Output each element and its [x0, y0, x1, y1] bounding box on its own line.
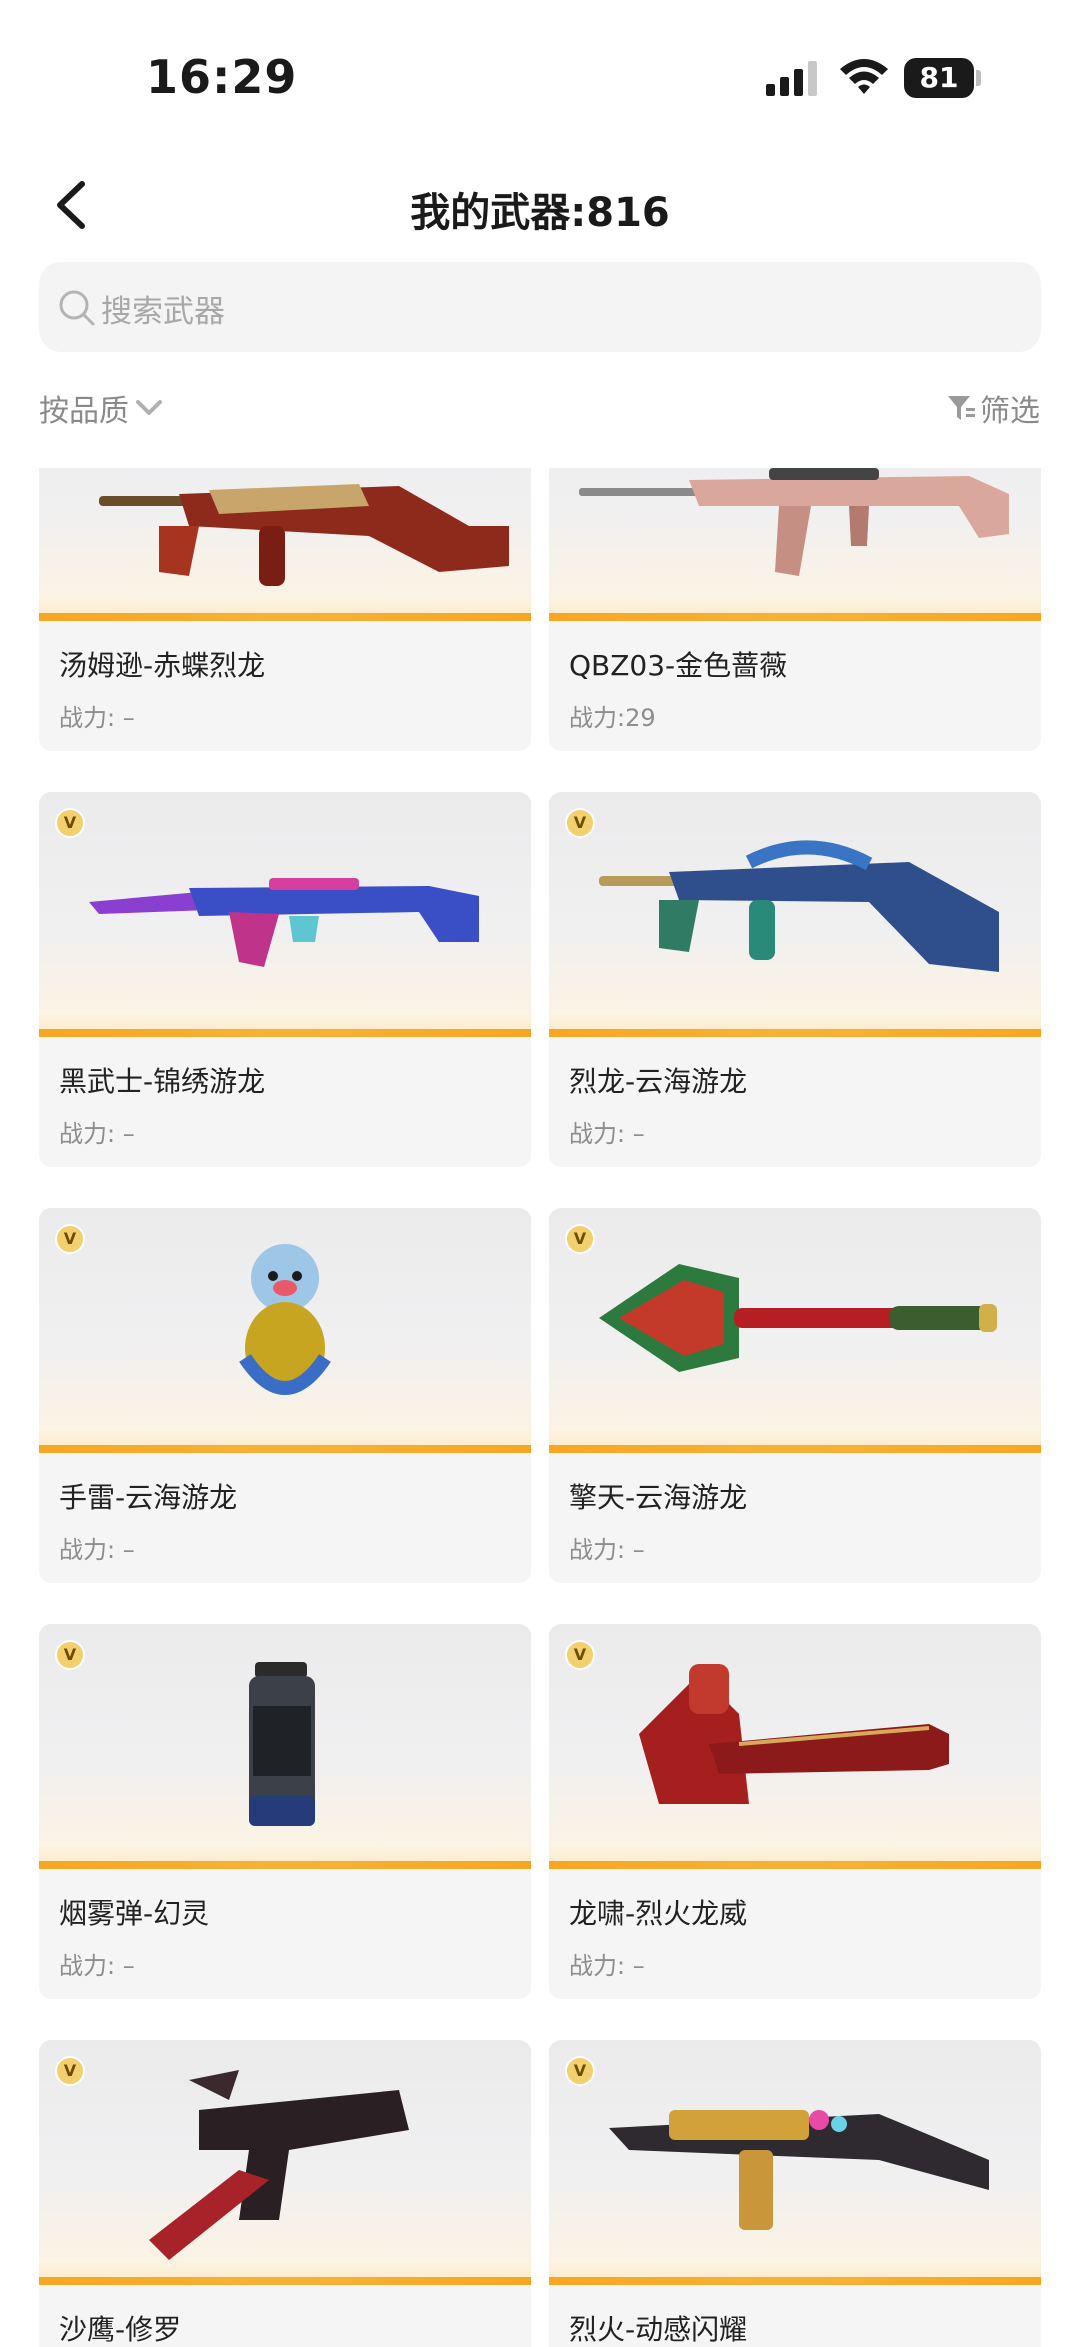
weapon-card[interactable]: 汤姆逊-赤蝶烈龙 战力: – — [39, 468, 531, 751]
weapon-name: 烟雾弹-幻灵 — [59, 1897, 210, 1930]
weapon-image: V — [549, 792, 1041, 1037]
nav-bar: 我的武器:816 — [0, 160, 1080, 250]
weapon-name: 手雷-云海游龙 — [59, 1481, 238, 1514]
dragon-smg-image — [599, 840, 999, 972]
weapon-card[interactable]: V 手雷-云海游龙 战力: – — [39, 1208, 531, 1583]
shovel-image — [599, 1264, 997, 1372]
chevron-down-icon — [136, 400, 162, 415]
weapon-card[interactable]: V 烟雾弹-幻灵 战力: – — [39, 1624, 531, 1999]
weapon-image: V — [39, 1208, 531, 1453]
sort-filter-bar: 按品质 筛选 — [0, 380, 1080, 440]
smoke-grenade-image — [249, 1662, 315, 1826]
weapon-name: 烈火-动感闪耀 — [569, 2313, 748, 2346]
weapon-image: V — [39, 1624, 531, 1869]
sort-by-quality-dropdown[interactable]: 按品质 — [39, 386, 163, 430]
weapon-image — [549, 468, 1041, 621]
weapon-name: 擎天-云海游龙 — [569, 1481, 748, 1514]
weapon-grid: 汤姆逊-赤蝶烈龙 战力: – QBZ03-金色蔷薇 战力:29 V 黑武士-锦绣… — [0, 468, 1080, 2347]
axe-image — [639, 1664, 949, 1804]
weapon-name: 沙鹰-修罗 — [59, 2313, 182, 2346]
weapon-name: 龙啸-烈火龙威 — [569, 1897, 748, 1930]
weapon-power: 战力: – — [569, 1952, 645, 1980]
weapon-name: 烈龙-云海游龙 — [569, 1065, 748, 1098]
weapon-image — [39, 468, 531, 621]
search-icon — [59, 290, 95, 326]
weapon-power: 战力: – — [59, 704, 135, 732]
grenade-image — [239, 1244, 331, 1395]
weapon-power: 战力: – — [59, 1536, 135, 1564]
filter-button[interactable]: 筛选 — [946, 386, 1040, 430]
weapon-card[interactable]: V 龙啸-烈火龙威 战力: – — [549, 1624, 1041, 1999]
weapon-image: V — [549, 1624, 1041, 1869]
weapon-power: 战力:29 — [569, 704, 656, 732]
weapon-card[interactable]: QBZ03-金色蔷薇 战力:29 — [549, 468, 1041, 751]
weapon-card[interactable]: V 烈龙-云海游龙 战力: – — [549, 792, 1041, 1167]
weapon-power: 战力: – — [59, 1952, 135, 1980]
battery-icon: 81 — [904, 58, 981, 98]
search-placeholder: 搜索武器 — [101, 294, 225, 330]
weapon-name: QBZ03-金色蔷薇 — [569, 649, 788, 682]
weapon-name: 黑武士-锦绣游龙 — [59, 1065, 266, 1098]
status-time: 16:29 — [146, 50, 298, 104]
battery-level: 81 — [904, 58, 974, 98]
weapon-card[interactable]: V 沙鹰-修罗 — [39, 2040, 531, 2347]
wifi-icon — [840, 59, 888, 94]
tommy-gun-image — [99, 484, 509, 586]
filter-icon — [948, 396, 975, 420]
weapon-card[interactable]: V 烈火-动感闪耀 — [549, 2040, 1041, 2347]
weapon-card[interactable]: V 黑武士-锦绣游龙 战力: – — [39, 792, 531, 1167]
weapon-power: 战力: – — [569, 1536, 645, 1564]
neon-smg-image — [609, 2110, 989, 2230]
filter-label: 筛选 — [980, 394, 1040, 429]
weapon-card[interactable]: V 擎天-云海游龙 战力: – — [549, 1208, 1041, 1583]
sort-label: 按品质 — [39, 394, 129, 429]
weapon-name: 汤姆逊-赤蝶烈龙 — [59, 649, 266, 682]
weapon-power: 战力: – — [569, 1120, 645, 1148]
weapon-image: V — [549, 1208, 1041, 1453]
weapon-power: 战力: – — [59, 1120, 135, 1148]
ak-rifle-image — [89, 878, 479, 967]
rifle-image — [579, 468, 1009, 576]
status-bar: 16:29 81 — [0, 0, 1080, 150]
weapon-image: V — [549, 2040, 1041, 2285]
cellular-signal-icon — [766, 61, 817, 96]
search-input[interactable]: 搜索武器 — [39, 262, 1041, 352]
desert-eagle-image — [149, 2070, 409, 2260]
weapon-image: V — [39, 792, 531, 1037]
page-title: 我的武器:816 — [410, 190, 670, 236]
weapon-image: V — [39, 2040, 531, 2285]
